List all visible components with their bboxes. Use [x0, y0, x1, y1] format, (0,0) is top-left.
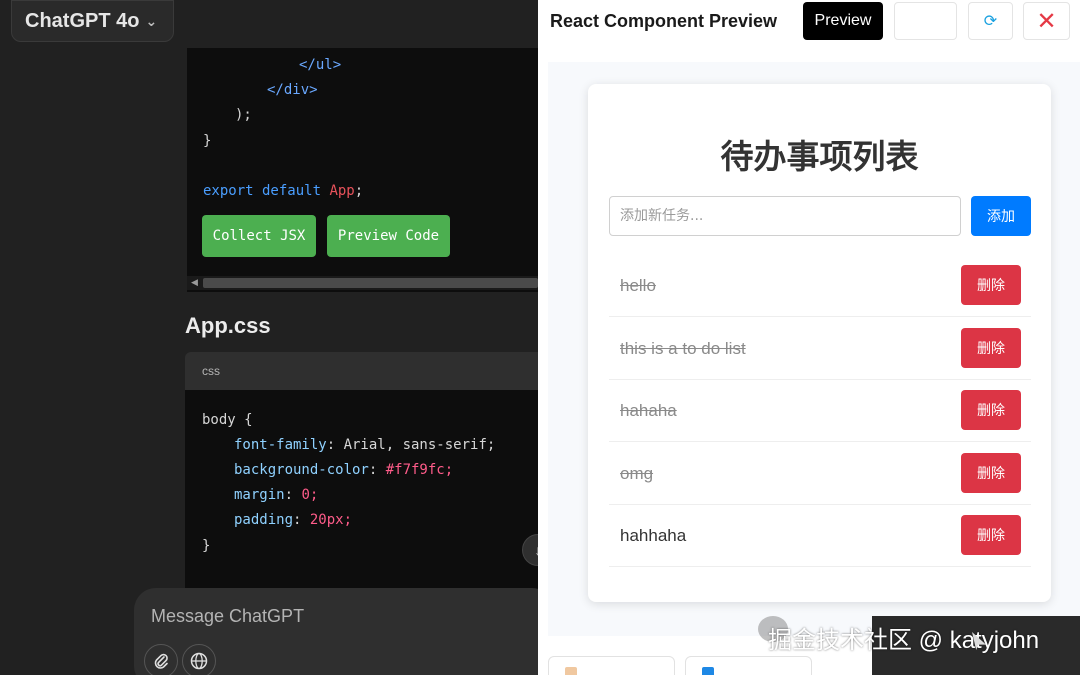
add-task-button[interactable]: 添加 [971, 196, 1031, 236]
app-root: ChatGPT 4o ⌄ </ul> </div> ); } export de… [0, 0, 1080, 675]
preview-pane: React Component Preview Preview ⟳ ✕ 待办事项… [538, 0, 1080, 675]
close-button[interactable]: ✕ [1023, 2, 1070, 40]
css-declaration: margin: 0; [234, 487, 319, 503]
todo-item-text[interactable]: omg [620, 464, 653, 484]
code-line: </ul> [299, 57, 342, 73]
delete-button[interactable]: 删除 [961, 453, 1021, 493]
bottom-tab[interactable] [548, 656, 675, 675]
export-name: App [329, 183, 355, 199]
delete-button[interactable]: 删除 [961, 328, 1021, 368]
preview-title: React Component Preview [550, 11, 778, 31]
preview-code-button[interactable]: Preview Code [327, 215, 450, 257]
scroll-left-icon[interactable]: ◀ [191, 277, 198, 288]
code-line: ); [235, 107, 252, 123]
todo-item: this is a to do list 删除 [609, 317, 1031, 380]
css-selector: body { [202, 412, 253, 428]
message-input-placeholder[interactable]: Message ChatGPT [151, 606, 304, 627]
blank-button[interactable] [894, 2, 957, 40]
export-keyword: export default [203, 183, 322, 199]
scrollbar-thumb[interactable] [203, 278, 538, 288]
bottom-tab[interactable] [685, 656, 812, 675]
refresh-icon: ⟳ [983, 13, 998, 30]
file-icon [702, 667, 714, 675]
message-composer[interactable]: Message ChatGPT [134, 588, 538, 675]
chevron-down-icon: ⌄ [145, 12, 158, 29]
paperclip-icon [154, 653, 168, 669]
css-close: } [202, 538, 211, 554]
css-declaration: padding: 20px; [234, 512, 353, 528]
todo-item-text[interactable]: hahaha [620, 401, 677, 421]
globe-icon [190, 652, 208, 670]
watermark-text: 掘金技术社区 @ katyjohn [768, 627, 1040, 654]
todo-item-text[interactable]: hahhaha [620, 526, 686, 546]
file-icon [565, 667, 577, 675]
code-line: </div> [267, 82, 318, 98]
collect-jsx-button[interactable]: Collect JSX [202, 215, 316, 257]
todo-item: hahaha 删除 [609, 379, 1031, 442]
code-line: } [203, 133, 212, 149]
file-title: App.css [185, 313, 271, 338]
horizontal-scrollbar[interactable]: ◀ [187, 276, 538, 290]
code-language-label: css [185, 352, 538, 390]
close-icon: ✕ [1036, 7, 1057, 35]
code-line-export: export default App; [203, 183, 364, 199]
css-declaration: background-color: #f7f9fc; [234, 462, 454, 478]
delete-button[interactable]: 删除 [961, 515, 1021, 555]
code-block-css: body { font-family: Arial, sans-serif; b… [185, 390, 538, 600]
new-task-input[interactable] [609, 196, 961, 236]
css-declaration: font-family: Arial, sans-serif; [234, 437, 496, 453]
todo-item: hahhaha 删除 [609, 504, 1031, 567]
chat-pane: ChatGPT 4o ⌄ </ul> </div> ); } export de… [0, 0, 538, 675]
delete-button[interactable]: 删除 [961, 265, 1021, 305]
model-selector-button[interactable]: ChatGPT 4o ⌄ [11, 0, 174, 42]
todo-item-text[interactable]: this is a to do list [620, 339, 746, 359]
model-selector-label: ChatGPT 4o [25, 9, 140, 32]
todo-card: 待办事项列表 添加 hello 删除 this is a to do list … [588, 84, 1051, 602]
todo-item: hello 删除 [609, 254, 1031, 317]
refresh-button[interactable]: ⟳ [968, 2, 1013, 40]
attach-button[interactable] [144, 644, 178, 675]
todo-item: omg 删除 [609, 442, 1031, 505]
todo-heading: 待办事项列表 [720, 138, 919, 175]
preview-button[interactable]: Preview [803, 2, 883, 40]
web-search-button[interactable] [182, 644, 216, 675]
todo-item-text[interactable]: hello [620, 276, 656, 296]
preview-canvas: 待办事项列表 添加 hello 删除 this is a to do list … [548, 62, 1080, 636]
delete-button[interactable]: 删除 [961, 390, 1021, 430]
